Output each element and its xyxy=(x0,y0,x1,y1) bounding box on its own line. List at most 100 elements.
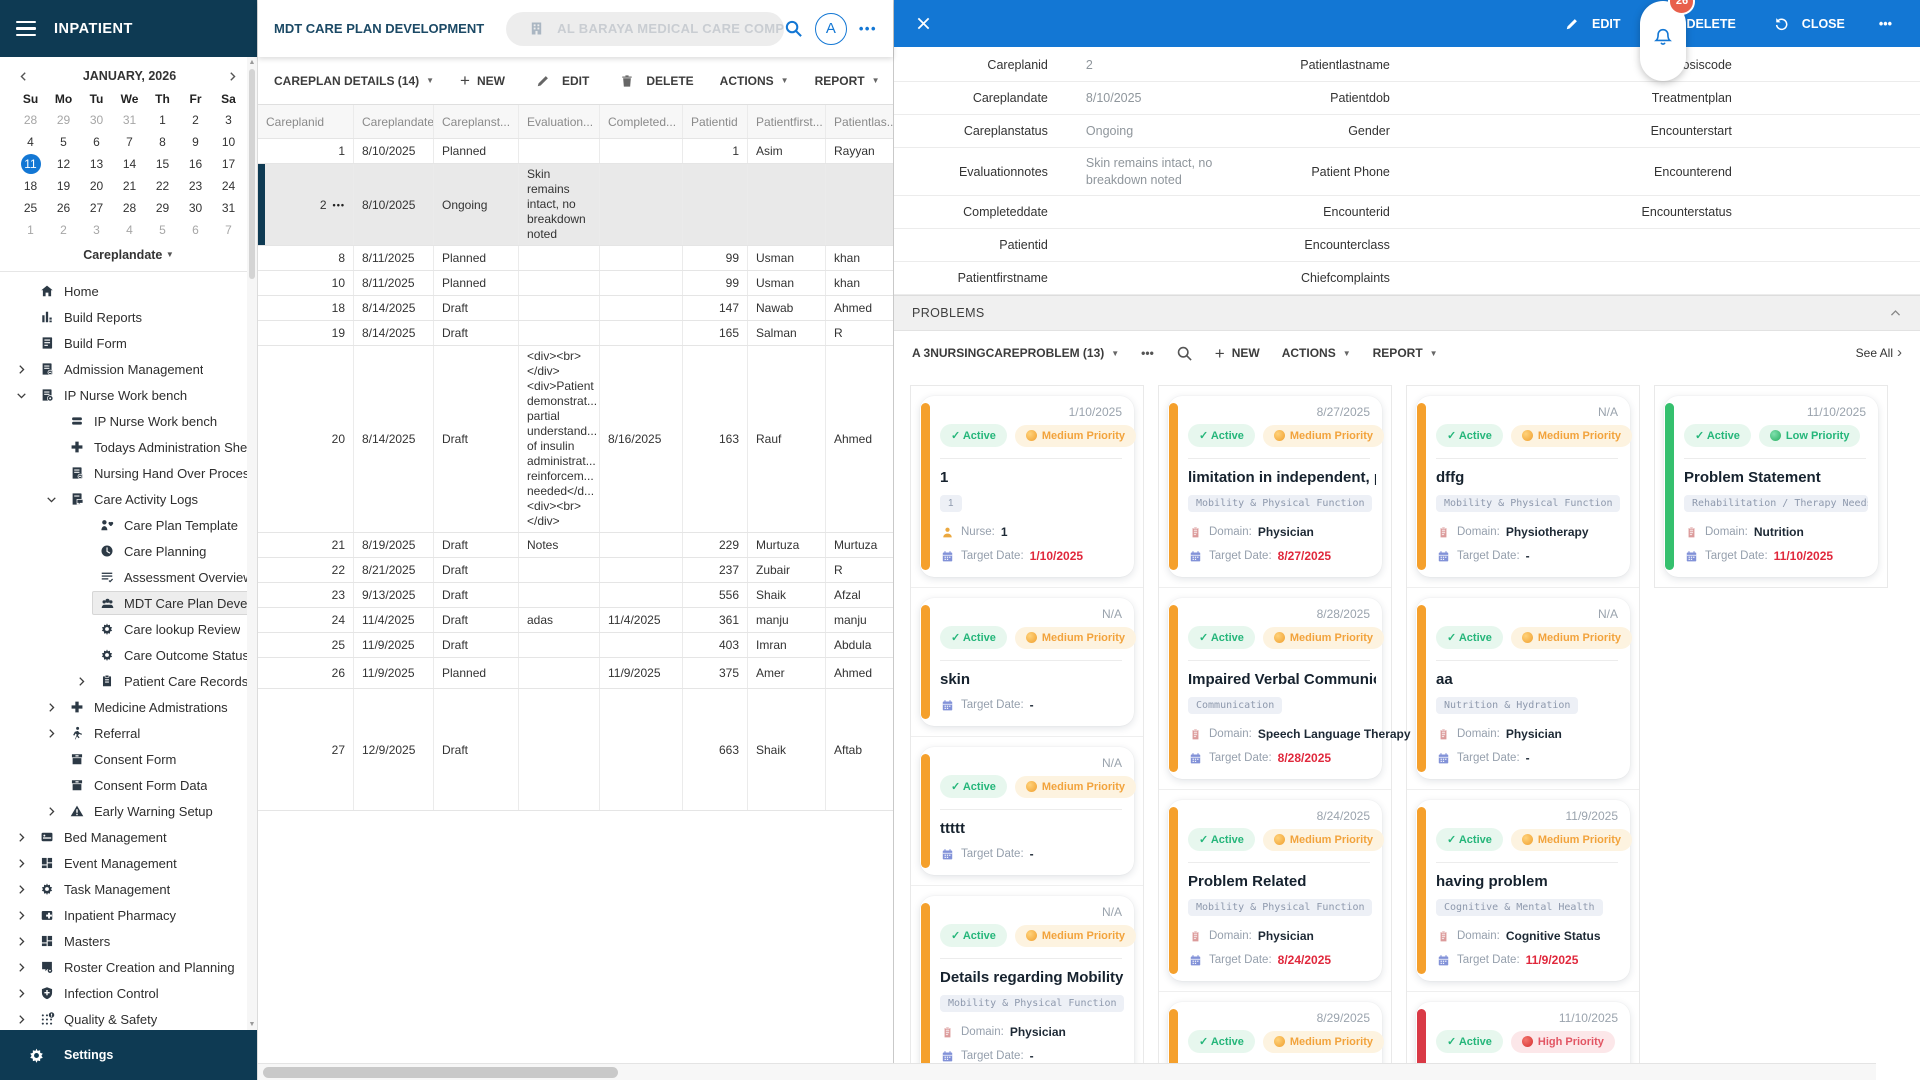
company-selector[interactable]: AL BARAYA MEDICAL CARE COMPANY xyxy=(506,12,784,46)
column-header-careplanid[interactable]: Careplanid xyxy=(258,105,354,138)
chevron-right-icon[interactable] xyxy=(40,806,62,817)
problem-card[interactable]: 1/10/2025✓ ActiveMedium Priority11Nurse:… xyxy=(920,396,1134,577)
sidebar-item-care-planning[interactable]: Care Planning xyxy=(0,538,257,564)
sidebar-item-quality-safety[interactable]: Quality & Safety xyxy=(0,1006,257,1030)
table-row[interactable]: 2411/4/2025Draftadas11/4/2025361manjuman… xyxy=(258,608,893,633)
calendar-day[interactable]: 1 xyxy=(14,220,47,241)
calendar-day[interactable]: 3 xyxy=(212,110,245,131)
chevron-right-icon[interactable] xyxy=(10,988,32,999)
problem-card[interactable]: 8/28/2025✓ ActiveMedium PriorityImpaired… xyxy=(1168,598,1382,779)
notifications-button[interactable]: 26 xyxy=(1640,1,1686,81)
problem-card[interactable]: 11/10/2025✓ ActiveLow PriorityProblem St… xyxy=(1664,396,1878,577)
detail-close-button[interactable]: CLOSE xyxy=(1770,16,1845,31)
calendar-day[interactable]: 7 xyxy=(113,132,146,153)
calendar-day[interactable]: 27 xyxy=(80,198,113,219)
calendar-day[interactable]: 4 xyxy=(14,132,47,153)
collapse-chevron-icon[interactable] xyxy=(1889,307,1902,320)
problems-report-dropdown[interactable]: REPORT ▼ xyxy=(1373,346,1438,360)
calendar-day[interactable]: 9 xyxy=(179,132,212,153)
horizontal-scrollbar[interactable] xyxy=(258,1063,1876,1080)
calendar-day[interactable]: 6 xyxy=(179,220,212,241)
calendar-day[interactable]: 8 xyxy=(146,132,179,153)
chevron-right-icon[interactable] xyxy=(10,962,32,973)
chevron-right-icon[interactable] xyxy=(40,728,62,739)
column-header-careplandate[interactable]: Careplandate xyxy=(354,105,434,138)
new-button[interactable]: + NEW xyxy=(460,72,505,89)
column-header-patientid[interactable]: Patientid xyxy=(683,105,748,138)
chevron-right-icon[interactable] xyxy=(10,910,32,921)
horizontal-scrollbar-thumb[interactable] xyxy=(263,1067,618,1078)
table-row[interactable]: 108/11/2025Planned99Usmankhan xyxy=(258,271,893,296)
settings-bar[interactable]: Settings xyxy=(0,1030,257,1080)
calendar-day[interactable]: 16 xyxy=(179,154,212,175)
delete-button[interactable]: DELETE xyxy=(615,74,693,88)
calendar-day[interactable]: 1 xyxy=(146,110,179,131)
sidebar-scrollbar[interactable]: ▲ ▼ xyxy=(247,57,257,1030)
column-header-careplanst[interactable]: Careplanst... xyxy=(434,105,519,138)
calendar-day[interactable]: 17 xyxy=(212,154,245,175)
calendar-day[interactable]: 30 xyxy=(179,198,212,219)
sidebar-item-nursing-hand-over-proces[interactable]: Nursing Hand Over Proces xyxy=(0,460,257,486)
detail-delete-button[interactable]: DELETE 26 xyxy=(1654,17,1735,31)
calendar-day[interactable]: 5 xyxy=(146,220,179,241)
table-row[interactable]: 88/11/2025Planned99Usmankhan xyxy=(258,246,893,271)
table-row[interactable]: 208/14/2025Draft<div><br> </div> <div>Pa… xyxy=(258,346,893,533)
problem-card[interactable]: 8/27/2025✓ ActiveMedium Prioritylimitati… xyxy=(1168,396,1382,577)
sidebar-item-consent-form[interactable]: Consent Form xyxy=(0,746,257,772)
sidebar-item-bed-management[interactable]: Bed Management xyxy=(0,824,257,850)
chevron-right-icon[interactable] xyxy=(10,832,32,843)
column-header-evaluation[interactable]: Evaluation... xyxy=(519,105,600,138)
problems-view-dropdown[interactable]: A 3NURSINGCAREPROBLEM (13) ▼ xyxy=(912,346,1119,360)
problem-card[interactable]: 11/9/2025✓ ActiveMedium Priorityhaving p… xyxy=(1416,800,1630,981)
calendar-day[interactable]: 29 xyxy=(47,110,80,131)
chevron-right-icon[interactable] xyxy=(10,858,32,869)
calendar-day[interactable]: 24 xyxy=(212,176,245,197)
calendar-day[interactable]: 21 xyxy=(113,176,146,197)
sidebar-item-assessment-overview[interactable]: Assessment Overview xyxy=(0,564,257,590)
calendar-day[interactable]: 28 xyxy=(14,110,47,131)
column-header-completed[interactable]: Completed... xyxy=(600,105,683,138)
actions-dropdown[interactable]: ACTIONS ▼ xyxy=(720,74,789,88)
chevron-right-icon[interactable] xyxy=(10,936,32,947)
calendar-day[interactable]: 10 xyxy=(212,132,245,153)
calendar-day[interactable]: 19 xyxy=(47,176,80,197)
calendar-day[interactable]: 15 xyxy=(146,154,179,175)
calendar-day[interactable]: 2 xyxy=(179,110,212,131)
see-all-link[interactable]: See All › xyxy=(1856,346,1902,360)
sidebar-item-care-activity-logs[interactable]: Care Activity Logs xyxy=(0,486,257,512)
calendar-field-selector[interactable]: Careplandate ▼ xyxy=(0,241,257,272)
sidebar-item-roster-creation-and-planning[interactable]: Roster Creation and Planning xyxy=(0,954,257,980)
sidebar-item-admission-management[interactable]: Admission Management xyxy=(0,356,257,382)
table-row[interactable]: 198/14/2025Draft165SalmanR xyxy=(258,321,893,346)
more-options-icon[interactable]: ••• xyxy=(859,21,877,36)
sidebar-item-todays-administration-she[interactable]: Todays Administration She xyxy=(0,434,257,460)
calendar-day[interactable]: 3 xyxy=(80,220,113,241)
sidebar-item-task-management[interactable]: Task Management xyxy=(0,876,257,902)
column-header-patientfirst[interactable]: Patientfirst... xyxy=(748,105,826,138)
calendar-day[interactable]: 18 xyxy=(14,176,47,197)
problems-more-icon[interactable]: ••• xyxy=(1141,346,1154,360)
sidebar-item-patient-care-records[interactable]: Patient Care Records xyxy=(0,668,257,694)
sidebar-item-care-outcome-status[interactable]: Care Outcome Status xyxy=(0,642,257,668)
sidebar-item-event-management[interactable]: Event Management xyxy=(0,850,257,876)
sidebar-item-referral[interactable]: Referral xyxy=(0,720,257,746)
table-row[interactable]: 2•••8/10/2025OngoingSkin remains intact,… xyxy=(258,164,893,246)
sidebar-item-ip-nurse-work-bench[interactable]: IP Nurse Work bench xyxy=(0,382,257,408)
calendar-day[interactable]: 6 xyxy=(80,132,113,153)
calendar-day[interactable]: 28 xyxy=(113,198,146,219)
calendar-day[interactable]: 20 xyxy=(80,176,113,197)
calendar-day[interactable]: 22 xyxy=(146,176,179,197)
report-dropdown[interactable]: REPORT ▼ xyxy=(815,74,880,88)
chevron-down-icon[interactable] xyxy=(40,494,62,505)
calendar-day[interactable]: 30 xyxy=(80,110,113,131)
sidebar-item-build-reports[interactable]: Build Reports xyxy=(0,304,257,330)
calendar-next-icon[interactable] xyxy=(227,71,241,82)
chevron-right-icon[interactable] xyxy=(40,702,62,713)
sidebar-item-infection-control[interactable]: Infection Control xyxy=(0,980,257,1006)
problems-new-button[interactable]: + NEW xyxy=(1215,345,1260,362)
calendar-day[interactable]: 31 xyxy=(113,110,146,131)
column-header-patientlas[interactable]: Patientlas... xyxy=(826,105,893,138)
sidebar-item-early-warning-setup[interactable]: Early Warning Setup xyxy=(0,798,257,824)
problem-card[interactable]: N/A✓ ActiveMedium PrioritydffgMobility &… xyxy=(1416,396,1630,577)
sidebar-item-inpatient-pharmacy[interactable]: Inpatient Pharmacy xyxy=(0,902,257,928)
